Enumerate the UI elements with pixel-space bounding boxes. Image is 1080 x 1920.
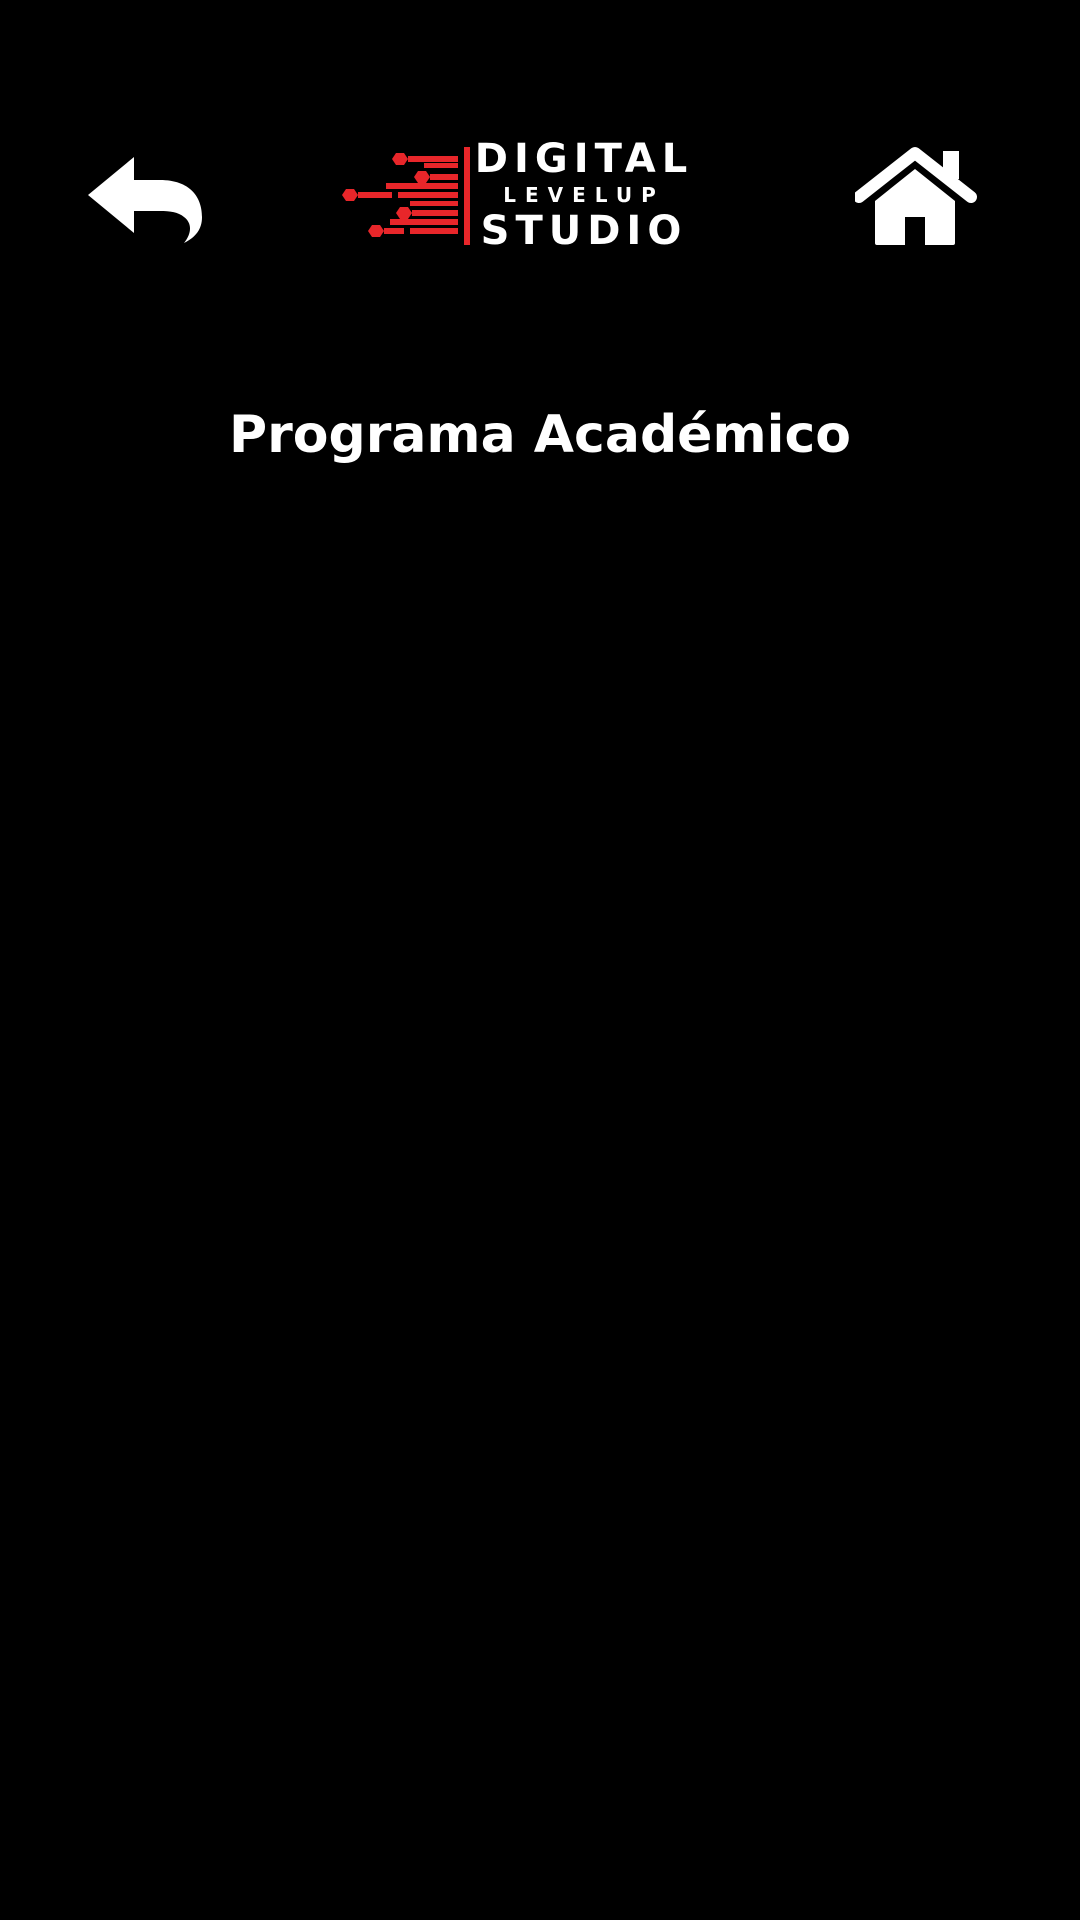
app-header: DIGITAL LEVELUP STUDIO (0, 0, 1080, 290)
home-icon (853, 147, 977, 245)
logo-text-digital: DIGITAL (474, 136, 694, 182)
back-arrow-icon (88, 157, 202, 243)
main-content-area (0, 500, 1080, 1920)
logo-text-studio: STUDIO (480, 208, 688, 254)
page-title: Programa Académico (228, 405, 852, 465)
back-button[interactable] (80, 145, 205, 250)
home-button[interactable] (853, 145, 980, 250)
brand-logo: DIGITAL LEVELUP STUDIO (340, 135, 710, 255)
logo-text-levelup: LEVELUP (503, 183, 665, 207)
circuit-logo-icon (342, 147, 470, 245)
